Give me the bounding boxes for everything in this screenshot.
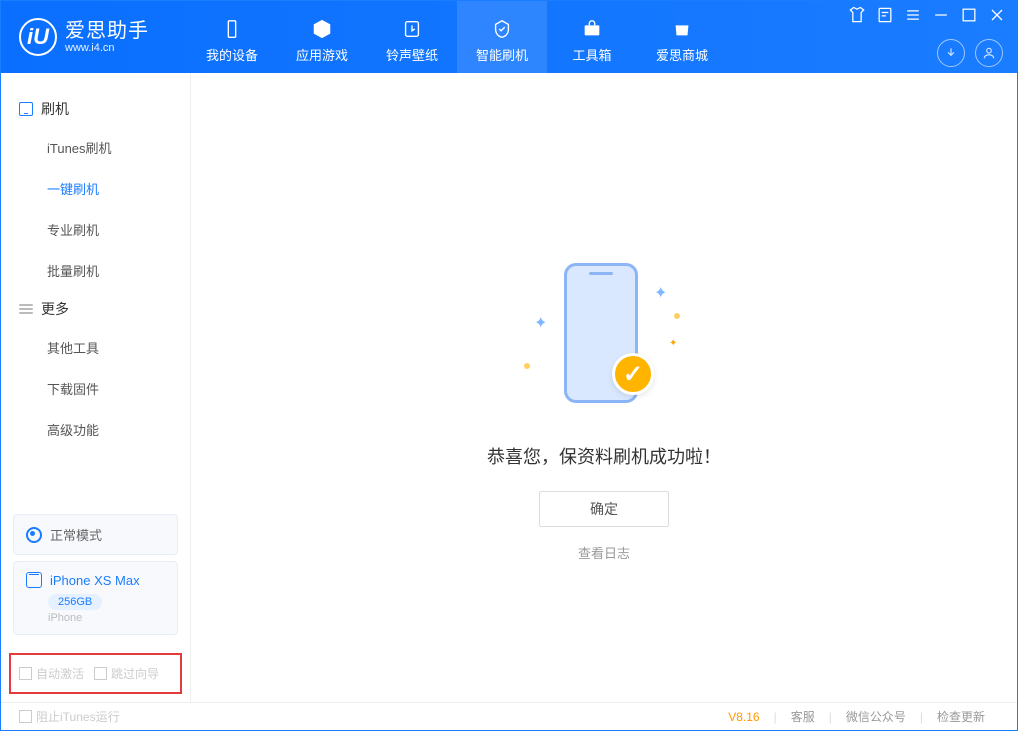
nav-tabs: 我的设备 应用游戏 铃声壁纸 智能刷机 工具箱 爱思商城 — [187, 1, 727, 73]
hamburger-icon — [19, 304, 33, 314]
sidebar-item-advanced[interactable]: 高级功能 — [1, 409, 190, 450]
main-panel: ✓ ✦✦✦ 恭喜您，保资料刷机成功啦！ 确定 查看日志 — [191, 73, 1017, 702]
auto-activate-checkbox[interactable]: 自动激活 — [19, 665, 84, 682]
sidebar: 刷机 iTunes刷机 一键刷机 专业刷机 批量刷机 更多 其他工具 下载固件 … — [1, 73, 191, 702]
shirt-icon[interactable] — [847, 5, 867, 25]
tab-flash[interactable]: 智能刷机 — [457, 1, 547, 73]
phone-illustration: ✓ ✦✦✦ — [504, 263, 704, 413]
status-label: 正常模式 — [50, 525, 102, 544]
highlighted-options: 自动激活 跳过向导 — [9, 653, 182, 694]
tab-toolbox[interactable]: 工具箱 — [547, 1, 637, 73]
body: 刷机 iTunes刷机 一键刷机 专业刷机 批量刷机 更多 其他工具 下载固件 … — [1, 73, 1017, 702]
tab-store[interactable]: 爱思商城 — [637, 1, 727, 73]
close-icon[interactable] — [987, 5, 1007, 25]
status-box[interactable]: 正常模式 — [13, 514, 178, 555]
device-icon — [26, 572, 42, 588]
support-link[interactable]: 客服 — [777, 708, 829, 725]
menu-icon[interactable] — [903, 5, 923, 25]
minimize-icon[interactable] — [931, 5, 951, 25]
sidebar-item-oneclick[interactable]: 一键刷机 — [1, 168, 190, 209]
check-icon: ✓ — [612, 353, 654, 395]
logo: iU 爱思助手 www.i4.cn — [1, 18, 167, 56]
update-link[interactable]: 检查更新 — [923, 708, 999, 725]
stop-itunes-checkbox[interactable]: 阻止iTunes运行 — [19, 708, 120, 725]
logo-icon: iU — [19, 18, 57, 56]
wechat-link[interactable]: 微信公众号 — [832, 708, 920, 725]
app-url: www.i4.cn — [65, 42, 149, 54]
version-label: V8.16 — [714, 710, 773, 724]
sidebar-item-pro[interactable]: 专业刷机 — [1, 209, 190, 250]
download-icon[interactable] — [937, 39, 965, 67]
app-name: 爱思助手 — [65, 20, 149, 42]
sidebar-item-firmware[interactable]: 下载固件 — [1, 368, 190, 409]
user-icon[interactable] — [975, 39, 1003, 67]
ok-button[interactable]: 确定 — [539, 491, 669, 527]
sidebar-menu-more: 其他工具 下载固件 高级功能 — [1, 327, 190, 450]
title-controls — [847, 5, 1007, 25]
note-icon[interactable] — [875, 5, 895, 25]
phone-icon — [19, 102, 33, 116]
sidebar-group-more: 更多 — [1, 291, 190, 327]
footer: 阻止iTunes运行 V8.16 | 客服 | 微信公众号 | 检查更新 — [1, 702, 1017, 730]
sidebar-item-other[interactable]: 其他工具 — [1, 327, 190, 368]
tab-mydevice[interactable]: 我的设备 — [187, 1, 277, 73]
header: iU 爱思助手 www.i4.cn 我的设备 应用游戏 铃声壁纸 智能刷机 — [1, 1, 1017, 73]
success-area: ✓ ✦✦✦ 恭喜您，保资料刷机成功啦！ 确定 查看日志 — [487, 263, 721, 562]
device-name: iPhone XS Max — [50, 573, 140, 588]
sidebar-group-flash: 刷机 — [1, 91, 190, 127]
tab-ringtone[interactable]: 铃声壁纸 — [367, 1, 457, 73]
sidebar-menu-flash: iTunes刷机 一键刷机 专业刷机 批量刷机 — [1, 127, 190, 291]
device-type: iPhone — [48, 612, 165, 624]
sidebar-item-itunes[interactable]: iTunes刷机 — [1, 127, 190, 168]
tab-apps[interactable]: 应用游戏 — [277, 1, 367, 73]
device-box[interactable]: iPhone XS Max 256GB iPhone — [13, 561, 178, 635]
status-icon — [26, 527, 42, 543]
view-log-link[interactable]: 查看日志 — [578, 543, 630, 562]
header-right — [937, 39, 1003, 67]
app-window: iU 爱思助手 www.i4.cn 我的设备 应用游戏 铃声壁纸 智能刷机 — [0, 0, 1018, 731]
maximize-icon[interactable] — [959, 5, 979, 25]
sidebar-item-batch[interactable]: 批量刷机 — [1, 250, 190, 291]
success-message: 恭喜您，保资料刷机成功啦！ — [487, 443, 721, 469]
device-storage: 256GB — [48, 594, 102, 610]
skip-guide-checkbox[interactable]: 跳过向导 — [94, 665, 159, 682]
